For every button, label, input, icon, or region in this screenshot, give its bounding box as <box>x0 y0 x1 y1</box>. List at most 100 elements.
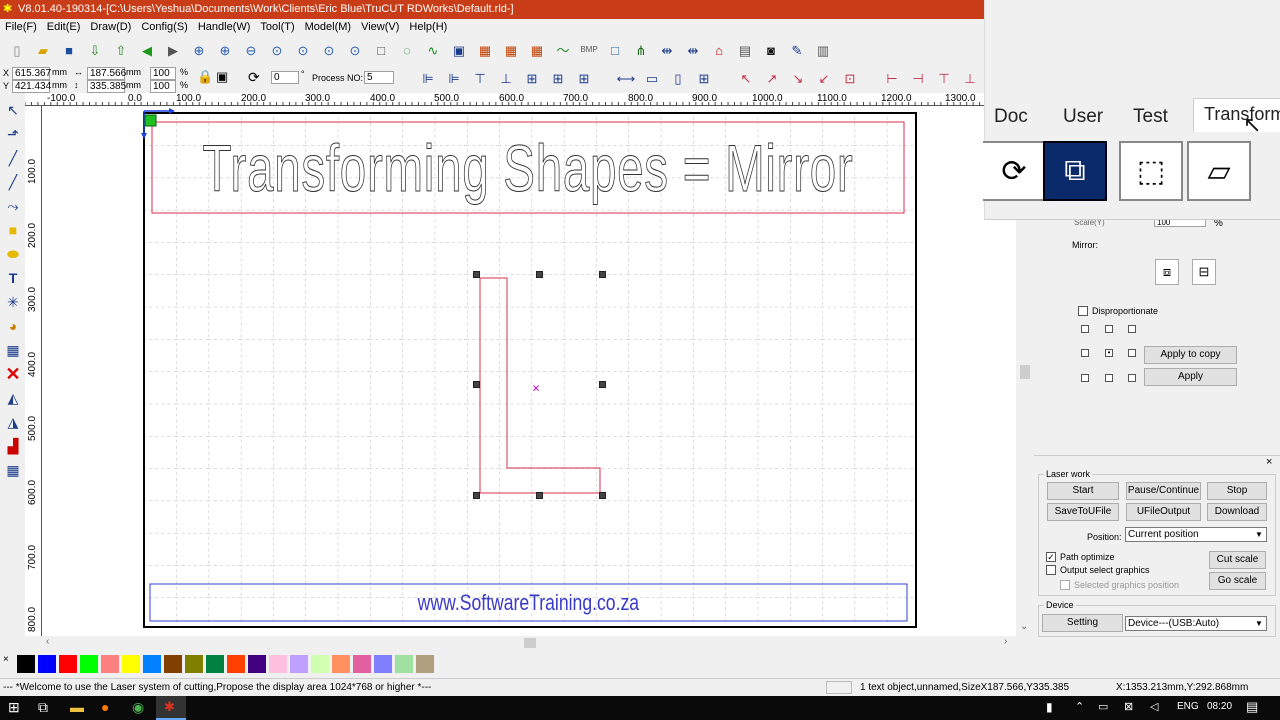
cut-scale-button[interactable]: Cut scale <box>1209 551 1266 569</box>
color-swatch[interactable] <box>122 655 140 673</box>
tab-test[interactable]: Test <box>1133 106 1168 128</box>
menu-config[interactable]: Config(S) <box>136 19 192 36</box>
move-left-icon[interactable]: ⊢ <box>882 68 902 88</box>
start-button[interactable]: Start <box>1047 482 1119 500</box>
anchor-center[interactable]: • <box>1105 349 1113 357</box>
apply-to-copy-button[interactable]: Apply to copy <box>1144 346 1237 364</box>
curve-icon[interactable]: ∿ <box>423 40 443 60</box>
anchor-bc[interactable] <box>1105 374 1113 382</box>
zoom-out-icon[interactable]: ⊖ <box>241 40 261 60</box>
position-select[interactable]: Current position ▼ <box>1125 527 1267 542</box>
array-grid-icon[interactable]: ▦ <box>527 40 547 60</box>
center-icon[interactable]: ▣ <box>216 69 232 85</box>
scale-y-field[interactable]: 100 <box>150 80 176 93</box>
save-icon[interactable]: ■ <box>59 40 79 60</box>
mirror-horizontal-button[interactable]: ⧈ <box>1155 259 1179 285</box>
chrome-icon[interactable]: ◉ <box>132 699 144 716</box>
color-swatch[interactable] <box>38 655 56 673</box>
save-to-ufile-button[interactable]: SaveToUFile <box>1047 503 1119 521</box>
file-explorer-icon[interactable]: ▬ <box>70 699 84 715</box>
rotate-icon[interactable]: ⟳ <box>248 69 264 85</box>
process-field[interactable]: 5 <box>364 71 394 84</box>
same-size-icon[interactable]: ▯ <box>668 68 688 88</box>
zoom-fit-icon[interactable]: ⊙ <box>319 40 339 60</box>
tab-doc[interactable]: Doc <box>994 106 1028 128</box>
scale-transform-button[interactable]: ⬚ <box>1119 141 1183 201</box>
same-width-icon[interactable]: ⟷ <box>616 68 636 88</box>
skew-transform-button[interactable]: ▱ <box>1187 141 1251 201</box>
move-bl-icon[interactable]: ↙ <box>814 68 834 88</box>
download-button[interactable]: Download <box>1207 503 1267 521</box>
color-swatch[interactable] <box>206 655 224 673</box>
curve-draw-icon[interactable]: ⤳ <box>2 194 24 218</box>
close-laser-panel-icon[interactable]: × <box>1266 456 1272 468</box>
delete-icon[interactable]: ✕ <box>2 362 24 386</box>
same-height-icon[interactable]: ▭ <box>642 68 662 88</box>
zoom-plus-icon[interactable]: ⊕ <box>215 40 235 60</box>
output-select-checkbox[interactable] <box>1046 565 1056 575</box>
anchor-ml[interactable] <box>1081 349 1089 357</box>
rotate-transform-button[interactable]: ⟳ <box>983 141 1047 201</box>
menu-file[interactable]: File(F) <box>0 19 42 36</box>
selection-handle[interactable] <box>473 381 480 388</box>
text-icon[interactable]: T <box>2 266 24 290</box>
move-tl-icon[interactable]: ↖ <box>736 68 756 88</box>
select-arrow-icon[interactable]: ↖ <box>2 98 24 122</box>
align-bottom-icon[interactable]: ⊥ <box>496 68 516 88</box>
apply-button[interactable]: Apply <box>1144 368 1237 386</box>
align-vcenter-icon[interactable]: ⊞ <box>548 68 568 88</box>
menu-view[interactable]: View(V) <box>356 19 404 36</box>
color-swatch[interactable] <box>311 655 329 673</box>
selection-handle[interactable] <box>473 271 480 278</box>
redo-icon[interactable]: ▶ <box>163 40 183 60</box>
polyline-icon[interactable]: ╱ <box>2 170 24 194</box>
move-top-icon[interactable]: ⊤ <box>934 68 954 88</box>
move-br-icon[interactable]: ↘ <box>788 68 808 88</box>
windows-start-icon[interactable]: ⊞ <box>8 699 20 716</box>
notifications-icon[interactable]: ▤ <box>1246 699 1258 715</box>
distribute-v-icon[interactable]: ⇹ <box>683 40 703 60</box>
distribute-h-icon[interactable]: ⇹ <box>657 40 677 60</box>
device-select[interactable]: Device---(USB:Auto) ▼ <box>1125 616 1267 631</box>
color-swatch[interactable] <box>395 655 413 673</box>
rdworks-task[interactable]: ✱ <box>156 696 186 720</box>
pen-icon[interactable]: ✎ <box>787 40 807 60</box>
color-swatch[interactable] <box>374 655 392 673</box>
usb-icon[interactable]: ▮ <box>1046 700 1053 714</box>
mirror-vertical-button[interactable]: ⊟ <box>1192 259 1216 285</box>
array-icon[interactable]: ▦ <box>475 40 495 60</box>
anchor-tc[interactable] <box>1105 325 1113 333</box>
rect-icon[interactable]: □ <box>605 40 625 60</box>
language-indicator[interactable]: ENG <box>1177 701 1199 712</box>
move-tr-icon[interactable]: ↗ <box>762 68 782 88</box>
clock[interactable]: 08:20 <box>1207 701 1232 712</box>
anchor-bl[interactable] <box>1081 374 1089 382</box>
move-right-icon[interactable]: ⊣ <box>908 68 928 88</box>
menu-help[interactable]: Help(H) <box>404 19 452 36</box>
frame-icon[interactable]: □ <box>371 40 391 60</box>
speaker-icon[interactable]: ◁ <box>1150 700 1158 713</box>
task-view-icon[interactable]: ⧉ <box>38 699 48 716</box>
selection-handle[interactable] <box>599 271 606 278</box>
selection-handle[interactable] <box>599 492 606 499</box>
calc-icon[interactable]: ▤ <box>735 40 755 60</box>
drawing-canvas[interactable]: × Transforming Shapes = Mirror www.Softw… <box>42 106 1016 636</box>
color-swatch[interactable] <box>416 655 434 673</box>
device-setting-button[interactable]: Setting <box>1042 614 1123 632</box>
layer-icon[interactable]: ▟ <box>2 434 24 458</box>
node-edit-icon[interactable]: ⬏ <box>2 122 24 146</box>
tree-icon[interactable]: ⋔ <box>631 40 651 60</box>
close-palette-icon[interactable]: × <box>3 654 9 665</box>
color-swatch[interactable] <box>290 655 308 673</box>
ufile-output-button[interactable]: UFileOutput <box>1126 503 1201 521</box>
mirror-transform-button[interactable]: ⧉ <box>1043 141 1107 201</box>
move-bottom-icon[interactable]: ⊥ <box>960 68 980 88</box>
tab-transform[interactable]: Transform <box>1204 104 1280 125</box>
color-swatch[interactable] <box>101 655 119 673</box>
mirror-h-icon[interactable]: ◭ <box>2 386 24 410</box>
selected-position-checkbox[interactable] <box>1060 580 1070 590</box>
color-swatch[interactable] <box>59 655 77 673</box>
anchor-mr[interactable] <box>1128 349 1136 357</box>
import-icon[interactable]: ⇩ <box>85 40 105 60</box>
rectangle-icon[interactable]: ■ <box>2 218 24 242</box>
